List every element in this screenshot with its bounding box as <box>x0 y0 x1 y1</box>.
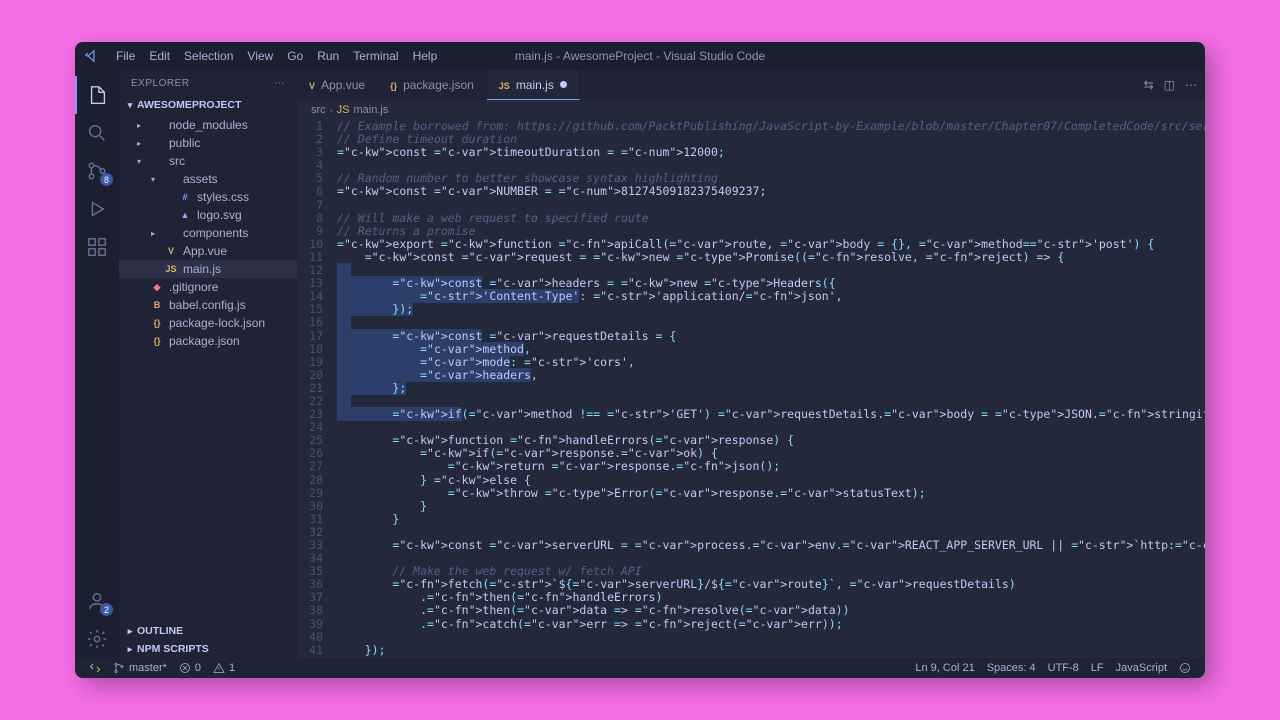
feedback-icon[interactable] <box>1173 662 1197 674</box>
vscode-window: FileEditSelectionViewGoRunTerminalHelp m… <box>75 42 1205 678</box>
menu-view[interactable]: View <box>240 49 280 63</box>
sidebar-title: EXPLORER ⋯ <box>119 70 297 96</box>
indent-status[interactable]: Spaces: 4 <box>981 662 1042 674</box>
menu-run[interactable]: Run <box>310 49 346 63</box>
extensions-icon[interactable] <box>75 228 119 266</box>
compare-icon[interactable]: ⇆ <box>1144 78 1154 92</box>
debug-icon[interactable] <box>75 190 119 228</box>
encoding-status[interactable]: UTF-8 <box>1042 662 1085 674</box>
project-section-header[interactable]: ▾AWESOMEPROJECT <box>119 96 297 114</box>
git-branch[interactable]: master* <box>107 662 173 674</box>
tree-item-assets[interactable]: ▾assets <box>119 170 297 188</box>
menubar: FileEditSelectionViewGoRunTerminalHelp m… <box>75 42 1205 70</box>
search-icon[interactable] <box>75 114 119 152</box>
accounts-badge: 2 <box>100 603 113 616</box>
scm-badge: 8 <box>100 173 113 186</box>
tree-item--gitignore[interactable]: ◆.gitignore <box>119 278 297 296</box>
npm-section-header[interactable]: ▸NPM SCRIPTS <box>119 640 297 658</box>
tree-item-App-vue[interactable]: VApp.vue <box>119 242 297 260</box>
problems-warnings[interactable]: 1 <box>207 662 241 674</box>
cursor-position[interactable]: Ln 9, Col 21 <box>909 662 980 674</box>
menu-selection[interactable]: Selection <box>177 49 240 63</box>
tree-item-main-js[interactable]: JSmain.js <box>119 260 297 278</box>
language-status[interactable]: JavaScript <box>1110 662 1173 674</box>
sidebar: EXPLORER ⋯ ▾AWESOMEPROJECT ▸node_modules… <box>119 70 297 658</box>
tab-App-vue[interactable]: VApp.vue <box>297 70 378 100</box>
tree-item-src[interactable]: ▾src <box>119 152 297 170</box>
remote-button[interactable] <box>83 662 107 674</box>
menu-edit[interactable]: Edit <box>142 49 177 63</box>
tree-item-package-json[interactable]: {}package.json <box>119 332 297 350</box>
sidebar-more-icon[interactable]: ⋯ <box>275 78 286 89</box>
tree-item-node_modules[interactable]: ▸node_modules <box>119 116 297 134</box>
menu-file[interactable]: File <box>109 49 142 63</box>
outline-section-header[interactable]: ▸OUTLINE <box>119 622 297 640</box>
tree-item-package-lock-json[interactable]: {}package-lock.json <box>119 314 297 332</box>
problems-errors[interactable]: 0 <box>173 662 207 674</box>
breadcrumb[interactable]: src› JS main.js <box>297 100 1205 120</box>
status-bar: master* 0 1 Ln 9, Col 21 Spaces: 4 UTF-8… <box>75 658 1205 678</box>
tab-package-json[interactable]: {}package.json <box>378 70 487 100</box>
split-editor-icon[interactable]: ◫ <box>1164 78 1175 92</box>
vscode-logo-icon <box>83 48 99 64</box>
menu-help[interactable]: Help <box>406 49 445 63</box>
editor-tabs: VApp.vue{}package.jsonJSmain.js ⇆ ◫ ⋯ <box>297 70 1205 100</box>
tree-item-styles-css[interactable]: #styles.css <box>119 188 297 206</box>
explorer-icon[interactable] <box>75 76 119 114</box>
editor-area: VApp.vue{}package.jsonJSmain.js ⇆ ◫ ⋯ src› … <box>297 70 1205 658</box>
window-title: main.js - AwesomeProject - Visual Studio… <box>515 49 765 63</box>
code-editor[interactable]: 1234567891011121314151617181920212223242… <box>297 120 1205 658</box>
menu-terminal[interactable]: Terminal <box>346 49 405 63</box>
more-actions-icon[interactable]: ⋯ <box>1185 78 1197 92</box>
tree-item-babel-config-js[interactable]: Bbabel.config.js <box>119 296 297 314</box>
file-tree: ▸node_modules▸public▾src▾assets#styles.c… <box>119 114 297 352</box>
eol-status[interactable]: LF <box>1085 662 1110 674</box>
source-control-icon[interactable]: 8 <box>75 152 119 190</box>
settings-icon[interactable] <box>75 620 119 658</box>
tab-main-js[interactable]: JSmain.js <box>487 70 580 100</box>
tree-item-components[interactable]: ▸components <box>119 224 297 242</box>
tree-item-logo-svg[interactable]: ▲logo.svg <box>119 206 297 224</box>
activity-bar: 8 2 <box>75 70 119 658</box>
menu-go[interactable]: Go <box>280 49 310 63</box>
tree-item-public[interactable]: ▸public <box>119 134 297 152</box>
accounts-icon[interactable]: 2 <box>75 582 119 620</box>
